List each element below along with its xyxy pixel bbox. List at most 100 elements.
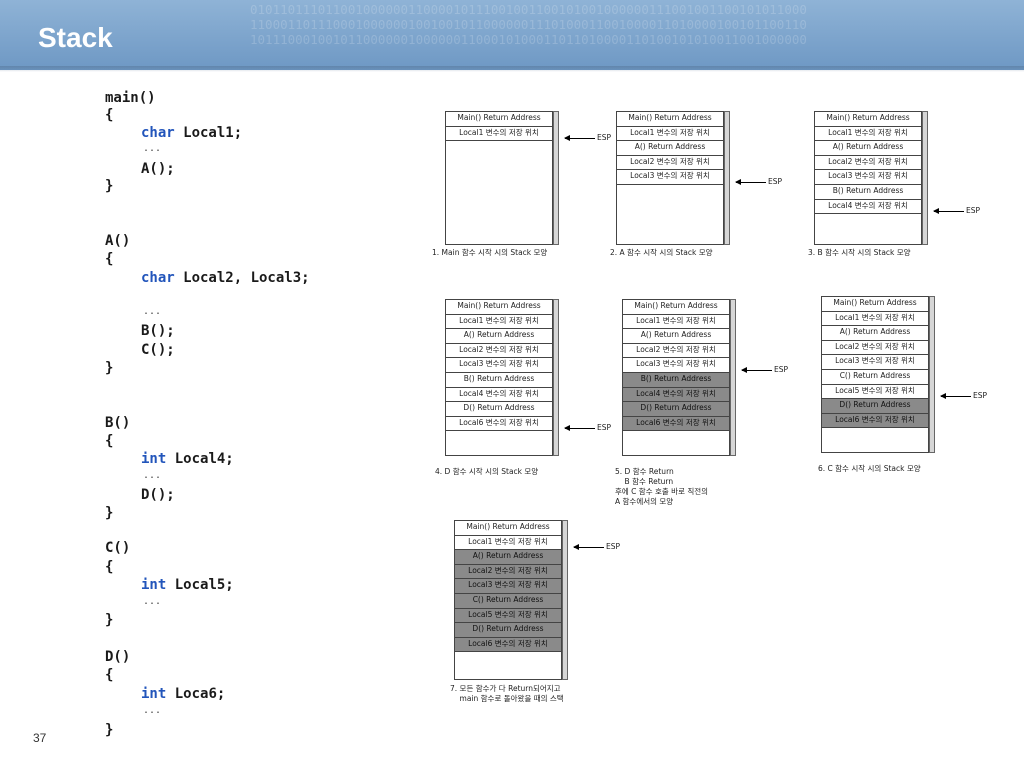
esp-arrow bbox=[933, 208, 964, 215]
code-line: } bbox=[105, 612, 113, 628]
stack-cell: Main() Return Address bbox=[821, 296, 929, 312]
stack-cell: A() Return Address bbox=[616, 140, 724, 156]
code-line: ... bbox=[143, 141, 161, 157]
code-text: { bbox=[105, 667, 114, 683]
stack-diagram-4: Main() Return Address Local1 변수의 저장 위치 A()… bbox=[445, 299, 561, 456]
code-text: { bbox=[105, 107, 114, 123]
stack-cell: Local6 변수의 저장 위치 bbox=[454, 636, 562, 653]
code-line: { bbox=[105, 251, 113, 267]
esp-arrow bbox=[940, 393, 971, 400]
code-text: Local5; bbox=[166, 577, 234, 593]
stack-cell: Local4 변수의 저장 위치 bbox=[445, 386, 553, 403]
stack-cell: B() Return Address bbox=[814, 184, 922, 200]
esp-label: ESP bbox=[597, 423, 612, 433]
code-text: B() bbox=[105, 415, 131, 431]
esp-arrow bbox=[741, 367, 772, 373]
stack-diagram-3: Main() Return Address Local1 변수의 저장 위치 A()… bbox=[814, 111, 930, 245]
stack-cell: Local3 변수의 저장 위치 bbox=[622, 357, 730, 373]
stack-cell: Local1 변수의 저장 위치 bbox=[821, 310, 929, 327]
code-line: { bbox=[105, 107, 113, 123]
code-keyword: int bbox=[141, 577, 167, 593]
code-text: Loca6; bbox=[166, 686, 226, 702]
stack-cell: Local1 변수의 저장 위치 bbox=[622, 313, 730, 330]
stack-diagram-6: Main() Return Address Local1 변수의 저장 위치 A()… bbox=[821, 296, 937, 453]
stack-side-shadow bbox=[553, 299, 559, 456]
code-line: char Local1; bbox=[141, 125, 242, 141]
code-text: Local2, Local3; bbox=[174, 270, 310, 286]
stack-side-shadow bbox=[553, 111, 559, 245]
code-text: ... bbox=[143, 470, 162, 481]
stack-cell: A() Return Address bbox=[622, 328, 730, 344]
code-line: { bbox=[105, 667, 113, 683]
stack-side-shadow bbox=[724, 111, 730, 245]
esp-label: ESP bbox=[973, 391, 988, 401]
code-line: D(); bbox=[141, 487, 175, 503]
stack-side-shadow bbox=[929, 296, 935, 453]
code-keyword: int bbox=[141, 451, 167, 467]
code-line: ... bbox=[143, 468, 161, 484]
page-number: 37 bbox=[33, 731, 47, 745]
stack-cell: D() Return Address bbox=[445, 401, 553, 417]
code-text: A() bbox=[105, 233, 131, 249]
stack-cell: Local1 변수의 저장 위치 bbox=[814, 125, 922, 142]
esp-arrow bbox=[564, 135, 595, 142]
code-line: B(); bbox=[141, 323, 175, 339]
stack-caption: 3. B 함수 시작 시의 Stack 모양 bbox=[808, 248, 911, 257]
code-line: } bbox=[105, 360, 113, 376]
esp-arrow bbox=[564, 425, 595, 432]
stack-cell: Local3 변수의 저장 위치 bbox=[454, 578, 562, 594]
stack-cell: Local6 변수의 저장 위치 bbox=[445, 415, 553, 432]
code-line: int Local5; bbox=[141, 577, 234, 593]
header-shadow bbox=[0, 66, 1024, 72]
code-text: { bbox=[105, 433, 114, 449]
code-text: ... bbox=[143, 596, 162, 607]
code-text: { bbox=[105, 251, 114, 267]
stack-side-shadow bbox=[922, 111, 928, 245]
stack-cell: Main() Return Address bbox=[622, 299, 730, 315]
code-text: D(); bbox=[141, 487, 175, 503]
stack-cell: Local4 변수의 저장 위치 bbox=[814, 198, 922, 215]
stack-cell: Main() Return Address bbox=[445, 299, 553, 315]
stack-diagram-7: Main() Return Address Local1 변수의 저장 위치 A()… bbox=[454, 520, 570, 680]
stack-caption: 1. Main 함수 시작 시의 Stack 모양 bbox=[432, 248, 548, 257]
esp-label: ESP bbox=[768, 177, 783, 186]
esp-label: ESP bbox=[774, 365, 789, 374]
stack-cell: Local3 변수의 저장 위치 bbox=[445, 357, 553, 373]
stack-cell: Local2 변수의 저장 위치 bbox=[616, 154, 724, 171]
stack-cell: Local4 변수의 저장 위치 bbox=[622, 386, 730, 403]
code-text: ... bbox=[143, 306, 162, 317]
esp-label: ESP bbox=[597, 133, 612, 143]
stack-cell: D() Return Address bbox=[821, 398, 929, 414]
stack-cell: Main() Return Address bbox=[454, 520, 562, 536]
code-line: int Local4; bbox=[141, 451, 234, 467]
code-line: C() bbox=[105, 540, 130, 556]
stack-cell: Local1 변수의 저장 위치 bbox=[445, 125, 553, 142]
code-text: C(); bbox=[141, 342, 175, 358]
code-text: ... bbox=[143, 143, 162, 154]
stack-cell: Local6 변수의 저장 위치 bbox=[821, 412, 929, 429]
esp-arrow bbox=[735, 179, 766, 185]
code-line: A() bbox=[105, 233, 130, 249]
code-line: D() bbox=[105, 649, 130, 665]
stack-cell: Local5 변수의 저장 위치 bbox=[454, 607, 562, 624]
code-line: } bbox=[105, 178, 113, 194]
stack-cell: Local3 변수의 저장 위치 bbox=[616, 169, 724, 185]
stack-cell: Local3 변수의 저장 위치 bbox=[814, 169, 922, 185]
code-text: Local1; bbox=[174, 125, 243, 141]
stack-cell: A() Return Address bbox=[445, 328, 553, 344]
stack-caption: 6. C 함수 시작 시의 Stack 모양 bbox=[818, 464, 921, 473]
code-text: B(); bbox=[141, 323, 175, 339]
stack-cell: Main() Return Address bbox=[445, 111, 553, 127]
stack-side-shadow bbox=[730, 299, 736, 456]
code-line: A(); bbox=[141, 161, 175, 177]
stack-cell: B() Return Address bbox=[622, 372, 730, 388]
code-text: Local4; bbox=[166, 451, 234, 467]
stack-cell: Local1 변수의 저장 위치 bbox=[454, 534, 562, 551]
code-text: C() bbox=[105, 540, 131, 556]
code-text: } bbox=[105, 722, 114, 738]
code-text: { bbox=[105, 559, 114, 575]
stack-cell: Local2 변수의 저장 위치 bbox=[445, 342, 553, 359]
code-text: } bbox=[105, 178, 114, 194]
code-text: } bbox=[105, 360, 114, 376]
code-text: } bbox=[105, 505, 114, 521]
